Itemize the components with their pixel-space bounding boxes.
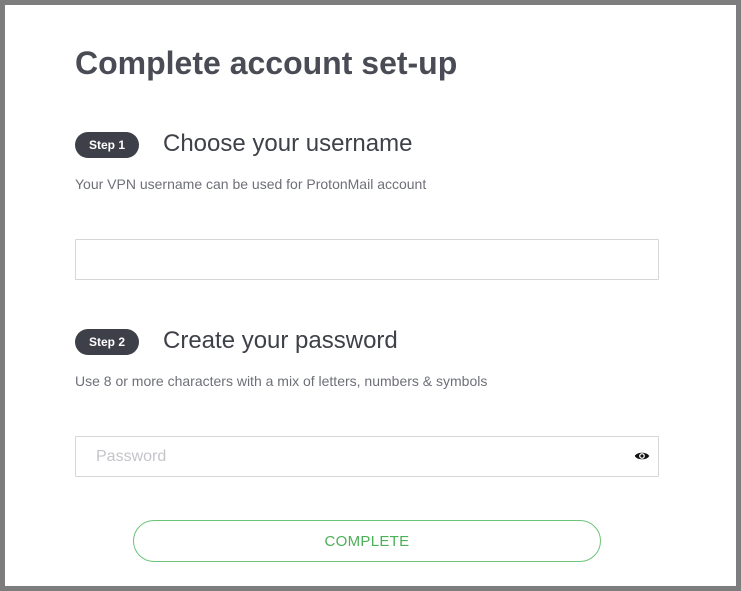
password-hint: Use 8 or more characters with a mix of l… bbox=[75, 373, 488, 389]
complete-button[interactable]: COMPLETE bbox=[133, 520, 601, 562]
page-title: Complete account set-up bbox=[75, 45, 458, 81]
username-hint: Your VPN username can be used for Proton… bbox=[75, 176, 427, 192]
step-2-heading: Create your password bbox=[163, 327, 398, 354]
eye-icon[interactable] bbox=[634, 449, 650, 463]
username-input[interactable] bbox=[75, 239, 659, 280]
dialog-panel: Complete account set-up Step 1 Choose yo… bbox=[0, 0, 741, 591]
password-input[interactable] bbox=[75, 436, 659, 477]
step-1-heading: Choose your username bbox=[163, 130, 413, 157]
step-2-badge: Step 2 bbox=[75, 329, 139, 355]
step-1-badge: Step 1 bbox=[75, 132, 139, 158]
